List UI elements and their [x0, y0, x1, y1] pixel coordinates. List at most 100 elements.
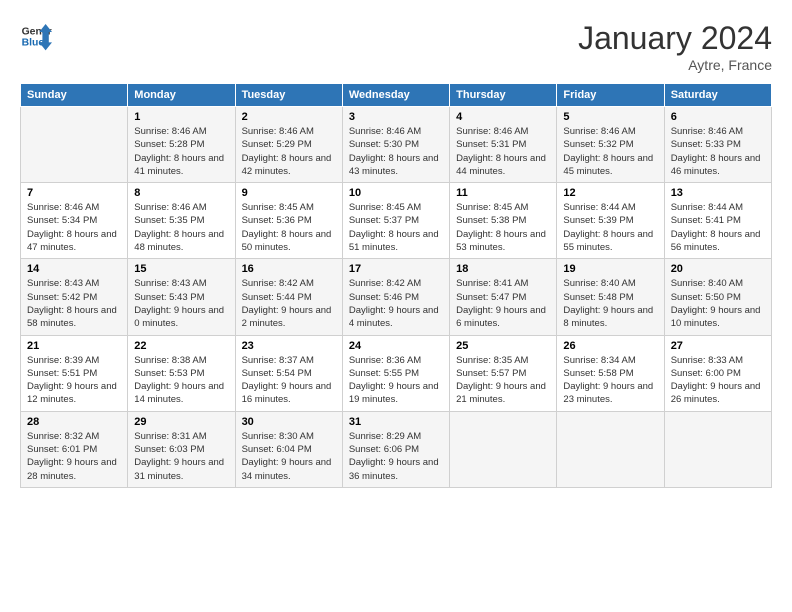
day-info: Sunrise: 8:46 AMSunset: 5:34 PMDaylight:…: [27, 202, 117, 253]
subtitle: Aytre, France: [578, 57, 772, 73]
day-info: Sunrise: 8:46 AMSunset: 5:30 PMDaylight:…: [349, 126, 439, 177]
calendar-cell: 8 Sunrise: 8:46 AMSunset: 5:35 PMDayligh…: [128, 183, 235, 259]
calendar-cell: 20 Sunrise: 8:40 AMSunset: 5:50 PMDaylig…: [664, 259, 771, 335]
day-number: 2: [242, 111, 336, 123]
day-number: 7: [27, 187, 121, 199]
day-number: 24: [349, 340, 443, 352]
header-row: Sunday Monday Tuesday Wednesday Thursday…: [21, 84, 772, 107]
calendar-cell: 15 Sunrise: 8:43 AMSunset: 5:43 PMDaylig…: [128, 259, 235, 335]
day-info: Sunrise: 8:40 AMSunset: 5:48 PMDaylight:…: [563, 278, 653, 329]
day-number: 21: [27, 340, 121, 352]
calendar-cell: [664, 411, 771, 487]
day-info: Sunrise: 8:37 AMSunset: 5:54 PMDaylight:…: [242, 355, 332, 406]
calendar-cell: 10 Sunrise: 8:45 AMSunset: 5:37 PMDaylig…: [342, 183, 449, 259]
day-number: 10: [349, 187, 443, 199]
day-info: Sunrise: 8:40 AMSunset: 5:50 PMDaylight:…: [671, 278, 761, 329]
week-row-4: 21 Sunrise: 8:39 AMSunset: 5:51 PMDaylig…: [21, 335, 772, 411]
calendar-cell: [21, 107, 128, 183]
calendar-cell: 4 Sunrise: 8:46 AMSunset: 5:31 PMDayligh…: [450, 107, 557, 183]
day-number: 13: [671, 187, 765, 199]
col-monday: Monday: [128, 84, 235, 107]
calendar-table: Sunday Monday Tuesday Wednesday Thursday…: [20, 83, 772, 488]
calendar-cell: 5 Sunrise: 8:46 AMSunset: 5:32 PMDayligh…: [557, 107, 664, 183]
calendar-cell: 12 Sunrise: 8:44 AMSunset: 5:39 PMDaylig…: [557, 183, 664, 259]
col-friday: Friday: [557, 84, 664, 107]
day-info: Sunrise: 8:39 AMSunset: 5:51 PMDaylight:…: [27, 355, 117, 406]
day-number: 1: [134, 111, 228, 123]
calendar-cell: 19 Sunrise: 8:40 AMSunset: 5:48 PMDaylig…: [557, 259, 664, 335]
calendar-cell: 7 Sunrise: 8:46 AMSunset: 5:34 PMDayligh…: [21, 183, 128, 259]
day-number: 17: [349, 263, 443, 275]
week-row-2: 7 Sunrise: 8:46 AMSunset: 5:34 PMDayligh…: [21, 183, 772, 259]
col-wednesday: Wednesday: [342, 84, 449, 107]
calendar-cell: 1 Sunrise: 8:46 AMSunset: 5:28 PMDayligh…: [128, 107, 235, 183]
calendar-cell: 17 Sunrise: 8:42 AMSunset: 5:46 PMDaylig…: [342, 259, 449, 335]
day-info: Sunrise: 8:43 AMSunset: 5:43 PMDaylight:…: [134, 278, 224, 329]
day-number: 18: [456, 263, 550, 275]
title-block: January 2024 Aytre, France: [578, 20, 772, 73]
day-info: Sunrise: 8:45 AMSunset: 5:37 PMDaylight:…: [349, 202, 439, 253]
col-sunday: Sunday: [21, 84, 128, 107]
day-info: Sunrise: 8:46 AMSunset: 5:29 PMDaylight:…: [242, 126, 332, 177]
week-row-3: 14 Sunrise: 8:43 AMSunset: 5:42 PMDaylig…: [21, 259, 772, 335]
day-info: Sunrise: 8:42 AMSunset: 5:46 PMDaylight:…: [349, 278, 439, 329]
calendar-cell: 22 Sunrise: 8:38 AMSunset: 5:53 PMDaylig…: [128, 335, 235, 411]
day-info: Sunrise: 8:30 AMSunset: 6:04 PMDaylight:…: [242, 431, 332, 482]
calendar-cell: 9 Sunrise: 8:45 AMSunset: 5:36 PMDayligh…: [235, 183, 342, 259]
day-number: 12: [563, 187, 657, 199]
col-tuesday: Tuesday: [235, 84, 342, 107]
day-info: Sunrise: 8:46 AMSunset: 5:35 PMDaylight:…: [134, 202, 224, 253]
week-row-5: 28 Sunrise: 8:32 AMSunset: 6:01 PMDaylig…: [21, 411, 772, 487]
day-info: Sunrise: 8:34 AMSunset: 5:58 PMDaylight:…: [563, 355, 653, 406]
calendar-cell: 14 Sunrise: 8:43 AMSunset: 5:42 PMDaylig…: [21, 259, 128, 335]
day-info: Sunrise: 8:42 AMSunset: 5:44 PMDaylight:…: [242, 278, 332, 329]
calendar-cell: 18 Sunrise: 8:41 AMSunset: 5:47 PMDaylig…: [450, 259, 557, 335]
calendar-cell: 6 Sunrise: 8:46 AMSunset: 5:33 PMDayligh…: [664, 107, 771, 183]
day-number: 3: [349, 111, 443, 123]
calendar-cell: 16 Sunrise: 8:42 AMSunset: 5:44 PMDaylig…: [235, 259, 342, 335]
day-number: 15: [134, 263, 228, 275]
day-info: Sunrise: 8:33 AMSunset: 6:00 PMDaylight:…: [671, 355, 761, 406]
logo-icon: General Blue: [20, 20, 52, 52]
calendar-cell: 27 Sunrise: 8:33 AMSunset: 6:00 PMDaylig…: [664, 335, 771, 411]
day-info: Sunrise: 8:31 AMSunset: 6:03 PMDaylight:…: [134, 431, 224, 482]
day-info: Sunrise: 8:46 AMSunset: 5:28 PMDaylight:…: [134, 126, 224, 177]
day-info: Sunrise: 8:38 AMSunset: 5:53 PMDaylight:…: [134, 355, 224, 406]
calendar-page: General Blue January 2024 Aytre, France …: [0, 0, 792, 612]
calendar-cell: [450, 411, 557, 487]
day-number: 4: [456, 111, 550, 123]
day-number: 9: [242, 187, 336, 199]
day-number: 16: [242, 263, 336, 275]
day-number: 6: [671, 111, 765, 123]
week-row-1: 1 Sunrise: 8:46 AMSunset: 5:28 PMDayligh…: [21, 107, 772, 183]
day-number: 31: [349, 416, 443, 428]
day-info: Sunrise: 8:41 AMSunset: 5:47 PMDaylight:…: [456, 278, 546, 329]
day-info: Sunrise: 8:43 AMSunset: 5:42 PMDaylight:…: [27, 278, 117, 329]
day-number: 27: [671, 340, 765, 352]
day-info: Sunrise: 8:44 AMSunset: 5:39 PMDaylight:…: [563, 202, 653, 253]
day-info: Sunrise: 8:29 AMSunset: 6:06 PMDaylight:…: [349, 431, 439, 482]
calendar-cell: 13 Sunrise: 8:44 AMSunset: 5:41 PMDaylig…: [664, 183, 771, 259]
col-thursday: Thursday: [450, 84, 557, 107]
header: General Blue January 2024 Aytre, France: [20, 20, 772, 73]
col-saturday: Saturday: [664, 84, 771, 107]
calendar-cell: 25 Sunrise: 8:35 AMSunset: 5:57 PMDaylig…: [450, 335, 557, 411]
calendar-cell: 3 Sunrise: 8:46 AMSunset: 5:30 PMDayligh…: [342, 107, 449, 183]
main-title: January 2024: [578, 20, 772, 57]
calendar-cell: 21 Sunrise: 8:39 AMSunset: 5:51 PMDaylig…: [21, 335, 128, 411]
calendar-cell: 28 Sunrise: 8:32 AMSunset: 6:01 PMDaylig…: [21, 411, 128, 487]
day-number: 23: [242, 340, 336, 352]
logo: General Blue: [20, 20, 52, 52]
calendar-cell: 2 Sunrise: 8:46 AMSunset: 5:29 PMDayligh…: [235, 107, 342, 183]
day-number: 19: [563, 263, 657, 275]
day-info: Sunrise: 8:45 AMSunset: 5:36 PMDaylight:…: [242, 202, 332, 253]
day-number: 8: [134, 187, 228, 199]
day-info: Sunrise: 8:32 AMSunset: 6:01 PMDaylight:…: [27, 431, 117, 482]
day-info: Sunrise: 8:45 AMSunset: 5:38 PMDaylight:…: [456, 202, 546, 253]
day-number: 20: [671, 263, 765, 275]
day-number: 14: [27, 263, 121, 275]
calendar-cell: 30 Sunrise: 8:30 AMSunset: 6:04 PMDaylig…: [235, 411, 342, 487]
calendar-cell: 11 Sunrise: 8:45 AMSunset: 5:38 PMDaylig…: [450, 183, 557, 259]
day-number: 29: [134, 416, 228, 428]
day-info: Sunrise: 8:46 AMSunset: 5:33 PMDaylight:…: [671, 126, 761, 177]
